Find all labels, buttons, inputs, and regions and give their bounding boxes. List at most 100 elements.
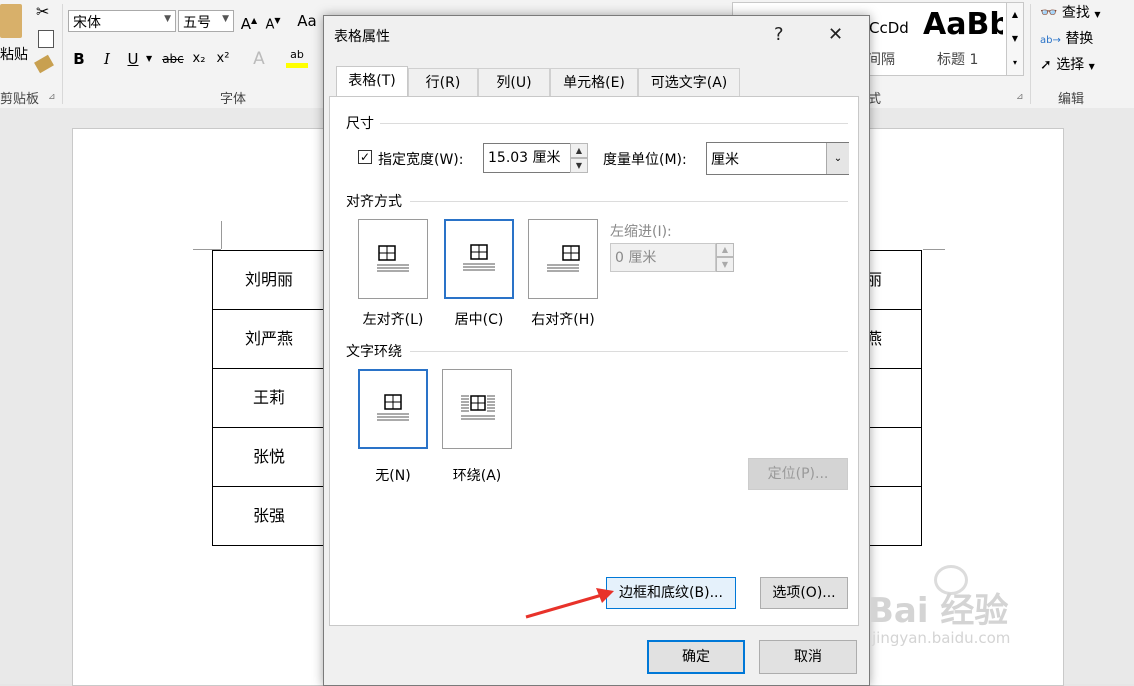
watermark-brand: Bai 经验 <box>868 591 1009 631</box>
section-divider <box>410 351 848 352</box>
table-cell[interactable]: 燕 <box>866 309 922 369</box>
indent-label: 左缩进(I): <box>610 224 672 240</box>
group-divider <box>1030 4 1031 104</box>
table-cell[interactable] <box>866 486 922 546</box>
table-cell[interactable]: 张悦 <box>212 427 326 487</box>
style-preview-spacing[interactable]: CcDd <box>869 19 909 37</box>
indent-spin-up: ▲ <box>716 243 734 257</box>
help-button[interactable]: ? <box>774 24 784 45</box>
wrap-none-label[interactable]: 无(N) <box>348 465 438 485</box>
align-center-icon <box>463 244 495 271</box>
table-cell[interactable]: 刘明丽 <box>212 250 326 310</box>
tab-cell[interactable]: 单元格(E) <box>550 68 638 96</box>
text-effects-icon[interactable]: A <box>248 48 270 70</box>
cancel-button[interactable]: 取消 <box>759 640 857 674</box>
grow-font-icon[interactable]: A▲ <box>238 10 260 33</box>
wrap-none-option[interactable] <box>358 369 428 449</box>
width-spin-down[interactable]: ▼ <box>570 158 588 173</box>
highlight-icon[interactable]: ab <box>286 48 308 70</box>
binoculars-icon: 👓 <box>1040 5 1058 21</box>
crop-mark <box>221 221 222 249</box>
table-cell[interactable]: 王莉 <box>212 368 326 428</box>
options-button[interactable]: 选项(O)... <box>760 577 848 609</box>
find-label: 查找 <box>1061 5 1090 21</box>
font-size-select[interactable]: 五号 ▼ <box>178 10 234 32</box>
watermark-url: jingyan.baidu.com <box>872 629 1011 647</box>
font-name-select[interactable]: 宋体 ▼ <box>68 10 176 32</box>
ok-button[interactable]: 确定 <box>647 640 745 674</box>
dialog-launcher-icon[interactable]: ⊿ <box>1016 92 1024 102</box>
select-label: 选择 <box>1056 57 1085 73</box>
italic-button[interactable]: I <box>96 48 118 70</box>
wrapping-section-label: 文字环绕 <box>346 344 402 360</box>
wrap-around-label[interactable]: 环绕(A) <box>432 465 522 485</box>
group-divider <box>62 4 63 104</box>
tab-alt-text[interactable]: 可选文字(A) <box>638 68 740 96</box>
document-table-left: 刘明丽 刘严燕 王莉 张悦 张强 <box>212 250 326 546</box>
chevron-down-icon: ▼ <box>222 14 229 24</box>
borders-shading-button[interactable]: 边框和底纹(B)... <box>606 577 736 609</box>
crop-mark <box>923 249 945 250</box>
chevron-down-icon[interactable]: ▼ <box>146 54 152 63</box>
align-right-option[interactable] <box>528 219 598 299</box>
subscript-button[interactable]: x₂ <box>188 48 210 70</box>
underline-button[interactable]: U <box>122 48 144 70</box>
find-button[interactable]: 👓 查找 ▼ <box>1040 2 1101 22</box>
paste-icon[interactable] <box>0 4 22 38</box>
unit-label: 度量单位(M): <box>603 152 687 168</box>
align-left-label[interactable]: 左对齐(L) <box>348 309 438 329</box>
copy-icon[interactable] <box>38 30 54 48</box>
tab-table[interactable]: 表格(T) <box>336 66 408 97</box>
paste-button-label[interactable]: 粘贴 <box>0 44 28 64</box>
cut-icon[interactable]: ✂ <box>36 2 49 21</box>
tab-column[interactable]: 列(U) <box>478 68 550 96</box>
style-preview-heading1[interactable]: AaBb <box>923 7 1003 42</box>
width-checkbox-label[interactable]: 指定宽度(W): <box>378 149 463 169</box>
align-center-option[interactable] <box>444 219 514 299</box>
style-gallery-scroll[interactable]: ▲ ▼ ▾ <box>1006 2 1024 76</box>
dialog-launcher-icon[interactable]: ⊿ <box>48 92 56 102</box>
table-cell[interactable]: 丽 <box>866 250 922 310</box>
width-spin-up[interactable]: ▲ <box>570 143 588 158</box>
unit-select-value: 厘米 <box>711 152 739 168</box>
section-divider <box>380 123 848 124</box>
annotation-arrow <box>525 588 614 619</box>
clipboard-group-label: 剪贴板 <box>0 92 40 107</box>
tab-row[interactable]: 行(R) <box>408 68 478 96</box>
indent-spin-down: ▼ <box>716 257 734 272</box>
font-name-value: 宋体 <box>73 15 101 31</box>
shrink-font-icon[interactable]: A▼ <box>262 10 284 32</box>
replace-label: 替换 <box>1065 31 1094 47</box>
close-icon[interactable]: ✕ <box>828 24 843 45</box>
width-input[interactable]: 15.03 厘米 <box>483 143 571 173</box>
strikethrough-button[interactable]: abc <box>158 48 188 70</box>
editing-group-label: 编辑 <box>1058 92 1085 107</box>
dialog-title: 表格属性 <box>334 29 390 45</box>
document-table-right: 丽 燕 <box>866 250 922 546</box>
chevron-down-icon: ▼ <box>1088 62 1095 71</box>
table-cell[interactable]: 刘严燕 <box>212 309 326 369</box>
style-label-heading1: 标题 1 <box>937 52 979 68</box>
table-cell[interactable] <box>866 427 922 487</box>
align-right-label[interactable]: 右对齐(H) <box>518 309 608 329</box>
bold-button[interactable]: B <box>68 48 90 70</box>
align-center-label[interactable]: 居中(C) <box>434 309 524 329</box>
align-left-icon <box>377 245 409 272</box>
change-case-button[interactable]: Aa <box>296 10 318 32</box>
wrap-around-option[interactable] <box>442 369 512 449</box>
alignment-section-label: 对齐方式 <box>346 194 402 210</box>
indent-input: 0 厘米 <box>610 243 716 272</box>
replace-button[interactable]: ab→ 替换 <box>1040 28 1093 48</box>
format-painter-icon[interactable] <box>34 54 54 74</box>
position-button: 定位(P)... <box>748 458 848 490</box>
chevron-down-icon[interactable]: ⌄ <box>826 143 849 174</box>
table-cell[interactable]: 张强 <box>212 486 326 546</box>
table-cell[interactable] <box>866 368 922 428</box>
align-left-option[interactable] <box>358 219 428 299</box>
superscript-button[interactable]: x² <box>212 48 234 70</box>
chevron-down-icon: ▼ <box>164 14 171 24</box>
section-divider <box>410 201 848 202</box>
wrap-around-icon <box>461 395 495 420</box>
width-checkbox[interactable]: ✓ <box>358 150 372 164</box>
select-button[interactable]: ➚ 选择 ▼ <box>1040 54 1095 74</box>
